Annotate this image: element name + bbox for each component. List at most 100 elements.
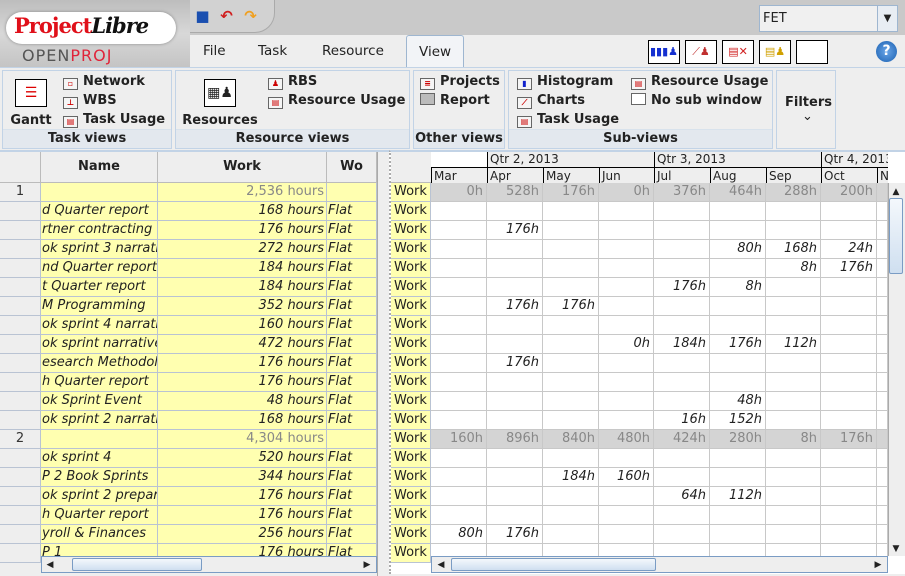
work-cell[interactable]: 424h [654,430,710,449]
gantt-button[interactable]: ☰ Gantt [9,79,53,128]
work-cell[interactable] [766,297,821,316]
work-contour[interactable]: Flat [327,392,377,411]
work-cell[interactable]: 176h [654,278,710,297]
work-cell[interactable] [654,316,710,335]
work-cell[interactable] [487,373,543,392]
work-cell[interactable] [766,316,821,335]
work-cell[interactable]: 464h [710,183,766,202]
work-cell[interactable] [877,278,888,297]
work-cell[interactable] [766,278,821,297]
task-name[interactable]: ok Sprint Event [41,392,158,411]
work-cell[interactable] [599,487,654,506]
work-cell[interactable] [821,468,877,487]
work-cell[interactable] [710,506,766,525]
work-contour[interactable]: Flat [327,525,377,544]
work-cell[interactable] [431,506,487,525]
task-usage-icon[interactable]: ▤✕ [722,40,754,64]
scroll-left-arrow[interactable]: ◀ [43,558,57,572]
work-cell[interactable] [654,221,710,240]
work-cell[interactable] [766,487,821,506]
work-contour[interactable]: Flat [327,449,377,468]
work-cell[interactable] [654,240,710,259]
work-cell[interactable] [431,316,487,335]
row-number[interactable] [0,221,41,240]
work-cell[interactable] [877,373,888,392]
task-name[interactable]: P 2 Book Sprints [41,468,158,487]
task-usage-button[interactable]: ▤ Task Usage [63,112,165,128]
work-cell[interactable] [766,525,821,544]
rbs-button[interactable]: ♟ RBS [268,74,317,90]
task-work[interactable]: 48 hours [158,392,327,411]
work-cell[interactable] [431,221,487,240]
work-cell[interactable]: 176h [821,259,877,278]
work-cell[interactable] [821,316,877,335]
task-work[interactable]: 272 hours [158,240,327,259]
scrollbar-thumb[interactable] [451,558,656,571]
work-cell[interactable] [599,297,654,316]
work-cell[interactable] [599,449,654,468]
task-work[interactable]: 176 hours [158,506,327,525]
work-cell[interactable] [877,221,888,240]
work-cell[interactable] [543,278,599,297]
work-cell[interactable] [543,221,599,240]
work-contour[interactable]: Flat [327,506,377,525]
work-cell[interactable]: 480h [599,430,654,449]
work-cell[interactable] [543,259,599,278]
row-number[interactable] [0,259,41,278]
work-cell[interactable] [710,221,766,240]
work-cell[interactable] [431,259,487,278]
work-cell[interactable] [877,202,888,221]
work-cell[interactable]: 24h [821,240,877,259]
task-work[interactable]: 176 hours [158,354,327,373]
work-contour[interactable]: Flat [327,354,377,373]
work-cell[interactable] [710,259,766,278]
task-name[interactable]: nd Quarter report [41,259,158,278]
work-cell[interactable]: 184h [543,468,599,487]
task-name[interactable]: rtner contracting & [41,221,158,240]
work-cell[interactable] [431,278,487,297]
work-cell[interactable]: 528h [487,183,543,202]
work-cell[interactable] [654,506,710,525]
work-cell[interactable]: 176h [543,183,599,202]
no-sub-window-button[interactable]: No sub window [631,93,762,108]
work-cell[interactable]: 200h [821,183,877,202]
work-cell[interactable]: 80h [431,525,487,544]
work-contour[interactable]: Flat [327,411,377,430]
sub-resource-usage-button[interactable]: ▤ Resource Usage [631,74,768,90]
work-cell[interactable] [877,506,888,525]
work-cell[interactable] [821,506,877,525]
row-number[interactable] [0,316,41,335]
work-contour[interactable]: Flat [327,297,377,316]
work-cell[interactable] [487,240,543,259]
chevron-down-icon[interactable]: ▼ [877,6,897,31]
row-number[interactable] [0,373,41,392]
work-cell[interactable] [599,202,654,221]
work-cell[interactable] [877,392,888,411]
no-sub-window-icon[interactable] [796,40,828,64]
work-cell[interactable]: 64h [654,487,710,506]
work-cell[interactable] [543,202,599,221]
work-cell[interactable] [877,335,888,354]
work-cell[interactable] [821,278,877,297]
work-cell[interactable] [487,449,543,468]
task-work[interactable]: 2,536 hours [158,183,327,202]
scrollbar-thumb[interactable] [72,558,202,571]
work-cell[interactable] [431,449,487,468]
task-work[interactable]: 256 hours [158,525,327,544]
task-name[interactable]: esearch Methodolo [41,354,158,373]
work-cell[interactable] [766,468,821,487]
work-cell[interactable] [487,411,543,430]
task-name[interactable] [41,183,158,202]
row-number[interactable] [0,278,41,297]
task-name[interactable]: ok sprint 3 narrati [41,240,158,259]
row-number[interactable] [0,392,41,411]
charts-button[interactable]: ⟋ Charts [517,93,585,109]
filters-button[interactable]: Filters ⌄ [776,70,836,149]
sub-task-usage-button[interactable]: ▤ Task Usage [517,112,619,128]
scroll-right-arrow[interactable]: ▶ [360,558,374,572]
work-cell[interactable] [766,411,821,430]
work-cell[interactable] [599,240,654,259]
task-name[interactable]: ok sprint 2 narrati [41,411,158,430]
work-cell[interactable] [654,297,710,316]
task-name[interactable]: h Quarter report [41,506,158,525]
